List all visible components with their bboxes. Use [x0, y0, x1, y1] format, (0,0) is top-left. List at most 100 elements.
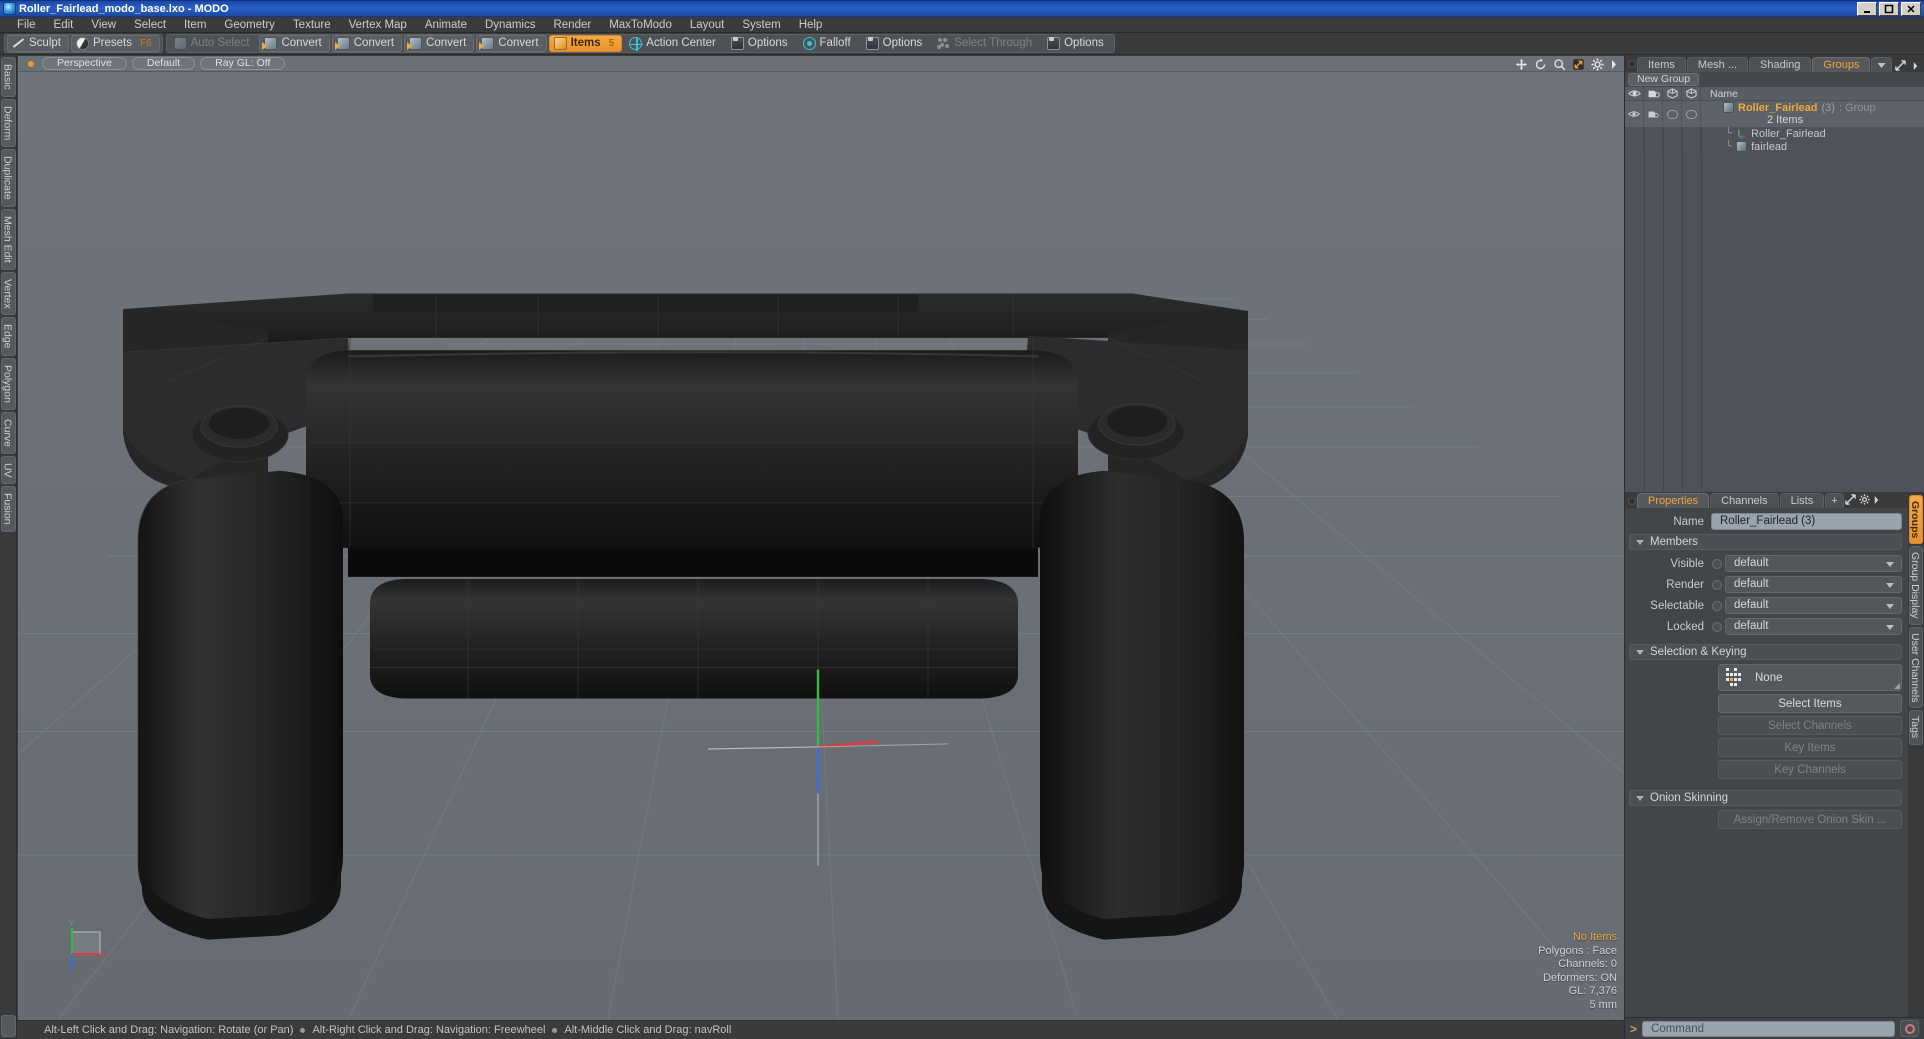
assign-remove-onion-skin-button[interactable]: Assign/Remove Onion Skin ... — [1718, 810, 1902, 829]
selectable-enable-dot[interactable] — [1712, 601, 1722, 611]
section-onion-skinning-header[interactable]: Onion Skinning — [1629, 790, 1902, 806]
column-render[interactable] — [1644, 86, 1663, 101]
action-center-button[interactable]: Action Center — [624, 35, 724, 52]
maximize-button[interactable] — [1879, 1, 1899, 16]
tab-curve[interactable]: Curve — [0, 411, 16, 454]
menu-item[interactable]: Item — [175, 17, 215, 33]
items-mode-button[interactable]: Items 5 — [548, 34, 623, 52]
select-items-button[interactable]: Select Items — [1718, 694, 1902, 713]
zoom-icon[interactable] — [1553, 58, 1566, 71]
tab-uv[interactable]: UV — [0, 455, 16, 485]
row-locked-toggle[interactable] — [1682, 127, 1701, 140]
tab-add-button[interactable]: + — [1825, 493, 1844, 508]
tab-channels[interactable]: Channels — [1710, 493, 1779, 508]
section-selection-keying-header[interactable]: Selection & Keying — [1629, 644, 1902, 660]
menu-render[interactable]: Render — [544, 17, 600, 33]
tab-deform[interactable]: Deform — [0, 98, 16, 148]
convert-edge-button[interactable]: Convert — [331, 34, 403, 52]
tab-items[interactable]: Items — [1637, 57, 1686, 72]
command-record-button[interactable] — [1900, 1020, 1919, 1037]
close-button[interactable] — [1901, 1, 1921, 16]
auto-select-button[interactable]: Auto Select — [169, 35, 258, 52]
menu-geometry[interactable]: Geometry — [215, 17, 284, 33]
visible-dropdown[interactable]: default — [1712, 555, 1902, 572]
presets-button[interactable]: Presets F6 — [70, 34, 160, 52]
rotate-icon[interactable] — [1534, 57, 1547, 71]
row-visible-toggle[interactable] — [1625, 140, 1644, 153]
render-enable-dot[interactable] — [1712, 580, 1722, 590]
side-tab-tags[interactable]: Tags — [1909, 710, 1923, 745]
menu-select[interactable]: Select — [125, 17, 175, 33]
falloff-button[interactable]: Falloff — [798, 35, 859, 52]
falloff-options-button[interactable]: Options — [861, 35, 931, 52]
row-selectable-toggle[interactable] — [1663, 140, 1682, 153]
side-tab-user-channels[interactable]: User Channels — [1909, 626, 1923, 709]
row-visible-toggle[interactable] — [1625, 127, 1644, 140]
visible-enable-dot[interactable] — [1712, 559, 1722, 569]
tab-duplicate[interactable]: Duplicate — [0, 149, 16, 207]
minimize-button[interactable] — [1857, 1, 1877, 16]
convert-vertex-button[interactable]: Convert — [259, 34, 330, 52]
row-render-toggle[interactable] — [1644, 127, 1663, 140]
fit-icon[interactable] — [1572, 58, 1585, 71]
tab-shading[interactable]: Shading — [1749, 57, 1812, 72]
row-locked-toggle[interactable] — [1682, 140, 1701, 153]
row-visible-toggle[interactable] — [1625, 101, 1644, 127]
key-items-button[interactable]: Key Items — [1718, 738, 1902, 757]
tab-basic[interactable]: Basic — [0, 57, 16, 97]
locked-enable-dot[interactable] — [1712, 622, 1722, 632]
table-row[interactable]: Roller_Fairlead (3) : Group 2 Items — [1625, 101, 1924, 127]
command-input[interactable]: Command — [1642, 1020, 1895, 1037]
menu-vertex-map[interactable]: Vertex Map — [340, 17, 416, 33]
row-selectable-toggle[interactable] — [1663, 127, 1682, 140]
row-render-toggle[interactable] — [1644, 101, 1663, 127]
locked-dropdown[interactable]: default — [1712, 618, 1902, 635]
move-icon[interactable] — [1515, 58, 1528, 71]
side-tab-groups[interactable]: Groups — [1909, 495, 1923, 545]
select-channels-button[interactable]: Select Channels — [1718, 716, 1902, 735]
tab-lists[interactable]: Lists — [1779, 493, 1825, 508]
action-center-options-button[interactable]: Options — [726, 35, 796, 52]
menu-help[interactable]: Help — [790, 17, 832, 33]
convert-material-button[interactable]: Convert — [476, 34, 547, 52]
section-members-header[interactable]: Members — [1629, 534, 1902, 550]
tab-fusion[interactable]: Fusion — [0, 486, 16, 532]
menu-file[interactable]: File — [8, 17, 45, 33]
menu-texture[interactable]: Texture — [284, 17, 340, 33]
menu-dynamics[interactable]: Dynamics — [476, 17, 544, 33]
render-dropdown[interactable]: default — [1712, 576, 1902, 593]
menu-edit[interactable]: Edit — [45, 17, 83, 33]
tab-groups[interactable]: Groups — [1812, 57, 1871, 72]
menu-animate[interactable]: Animate — [416, 17, 476, 33]
row-selectable-toggle[interactable] — [1663, 101, 1682, 127]
tab-mesh-edit[interactable]: Mesh Edit — [0, 208, 16, 270]
menu-view[interactable]: View — [82, 17, 125, 33]
tab-overflow-button[interactable] — [1871, 57, 1893, 72]
menu-maxtomodo[interactable]: MaxToModo — [600, 17, 681, 33]
tab-polygon[interactable]: Polygon — [0, 357, 16, 410]
menu-layout[interactable]: Layout — [681, 17, 734, 33]
tab-properties[interactable]: Properties — [1637, 493, 1710, 508]
chevron-right-icon[interactable] — [1912, 61, 1919, 71]
tab-edge[interactable]: Edge — [0, 317, 16, 356]
viewport-shading-button[interactable]: Default — [131, 57, 196, 70]
row-locked-toggle[interactable] — [1682, 101, 1701, 127]
name-input[interactable]: Roller_Fairlead (3) — [1711, 513, 1902, 530]
select-through-button[interactable]: Select Through — [932, 35, 1040, 52]
new-group-button[interactable]: New Group — [1628, 73, 1700, 86]
viewport-3d[interactable]: Y X Z No Items Polygons : Face Channels:… — [18, 72, 1624, 1020]
viewport-menu-dot[interactable] — [28, 60, 34, 67]
table-row[interactable]: └ Roller_Fairlead — [1625, 127, 1924, 140]
table-row[interactable]: └ fairlead — [1625, 140, 1924, 153]
row-render-toggle[interactable] — [1644, 140, 1663, 153]
chevron-right-icon[interactable] — [1610, 59, 1618, 70]
selection-mode-button[interactable]: None — [1718, 664, 1902, 691]
sculpt-button[interactable]: Sculpt — [7, 34, 69, 52]
viewport-projection-button[interactable]: Perspective — [42, 57, 127, 70]
group-item-list[interactable]: Name Roller_Fairlead (3): Group 2 Items… — [1625, 86, 1924, 492]
tab-mesh[interactable]: Mesh ... — [1686, 57, 1749, 72]
expand-icon[interactable] — [1895, 60, 1906, 71]
gear-icon[interactable] — [1859, 494, 1870, 505]
left-strip-extra-button[interactable] — [0, 1015, 16, 1037]
tab-vertex[interactable]: Vertex — [0, 271, 16, 316]
